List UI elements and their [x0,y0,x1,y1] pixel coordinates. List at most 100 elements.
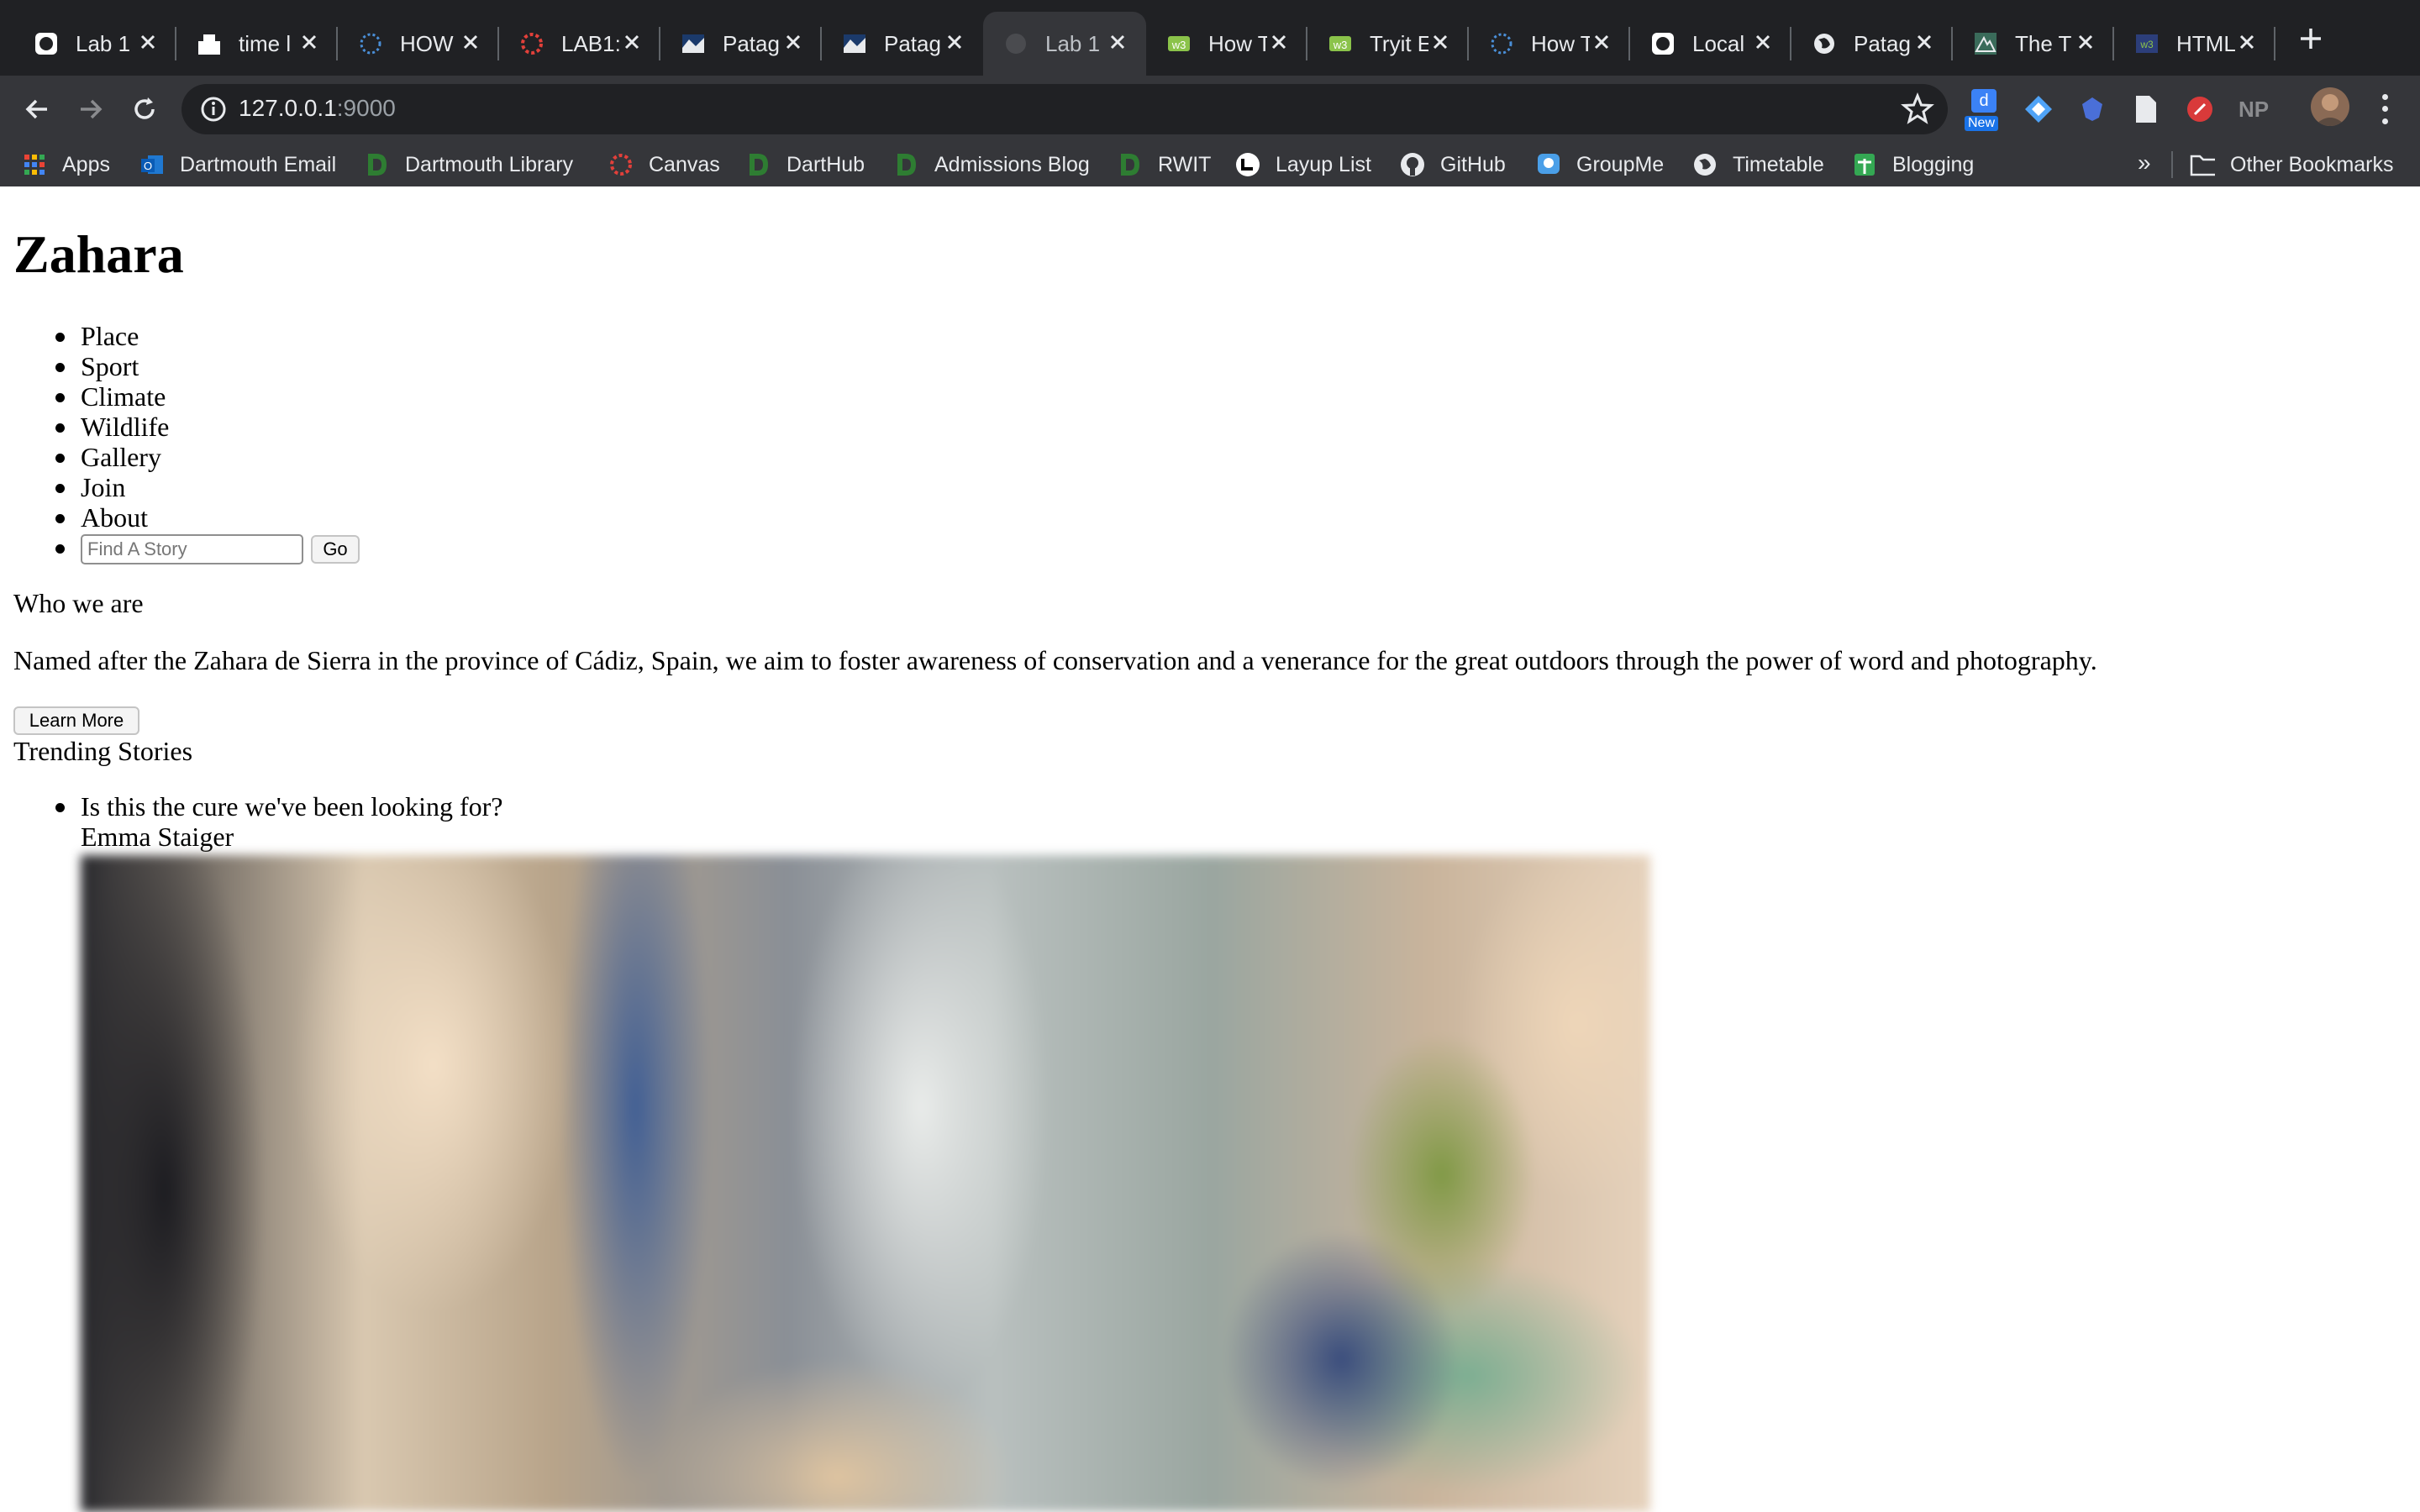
avatar[interactable] [2311,87,2349,126]
close-icon[interactable] [134,29,161,55]
nav-item-sport[interactable]: Sport [55,351,169,381]
bookmark-timetable[interactable]: Timetable [1692,143,1824,186]
back-button[interactable] [17,89,57,129]
layup-icon [1235,152,1260,177]
nav-item-wildlife[interactable]: Wildlife [55,412,169,442]
nav-item-place[interactable]: Place [55,321,169,351]
mountain-icon [1973,31,1998,56]
story-title[interactable]: Is this the cure we've been looking for? [81,791,502,822]
new-badge: New [1965,116,1999,131]
bookmark-groupme[interactable]: GroupMe [1536,143,1664,186]
close-icon[interactable] [2072,29,2099,55]
tab-14[interactable]: w3 HTML [2114,12,2275,76]
nav-item-climate[interactable]: Climate [55,381,169,412]
bookmark-blogging[interactable]: Blogging [1852,143,1974,186]
new-tab-button[interactable] [2294,22,2328,55]
close-icon[interactable] [1265,29,1292,55]
close-icon[interactable] [941,29,968,55]
bookmark-other-bookmarks[interactable]: Other Bookmarks [2190,143,2394,186]
extension-red[interactable] [2183,92,2217,126]
browser-menu-button[interactable] [2370,91,2400,128]
close-icon[interactable] [2233,29,2260,55]
address-bar[interactable]: 127.0.0.1:9000 [182,84,1948,134]
tab-separator [2274,27,2275,60]
tab-label: Patag [1854,30,1911,56]
bookmark-dartmouth-email[interactable]: O Dartmouth Email [139,143,336,186]
globe-icon [1692,152,1718,177]
extension-new[interactable]: d New [1965,89,2000,131]
tab-4[interactable]: LAB1: [499,12,660,76]
arrow-right-icon [81,99,103,119]
dartmouth-d-icon [894,152,919,177]
browser-chrome: Lab 1 time l HOW LAB1: Patag Patag Lab 1… [0,0,2420,186]
info-icon[interactable] [198,94,229,124]
extension-np[interactable]: NP [2235,92,2272,126]
tab-label: How T [1208,30,1267,56]
tab-5[interactable]: Patag [660,12,822,76]
bookmark-label: Blogging [1892,152,1975,176]
tab-3[interactable]: HOW [338,12,499,76]
close-icon[interactable] [1427,29,1454,55]
close-icon[interactable] [780,29,807,55]
globe-icon [1003,31,1028,56]
reload-button[interactable] [124,89,165,129]
extension-document[interactable] [2129,92,2163,126]
bookmark-label: GroupMe [1576,152,1665,176]
story-author: Emma Staiger [81,822,234,852]
bookmark-apps[interactable]: Apps [22,143,110,186]
github-icon [34,31,59,56]
tab-label: HTML [2176,30,2235,56]
dot [2381,118,2388,125]
close-icon[interactable] [1749,29,1776,55]
bookmark-admissions-blog[interactable]: Admissions Blog [894,143,1090,186]
tab-8[interactable]: w3 How T [1146,12,1307,76]
close-icon[interactable] [1911,29,1938,55]
story-image[interactable] [81,855,1650,1512]
bookmark-canvas[interactable]: Canvas [608,143,720,186]
dartmouth-d-icon [746,152,771,177]
bookmark-star-icon[interactable] [1901,92,1934,126]
close-icon[interactable] [296,29,323,55]
tab-6[interactable]: Patag [822,12,983,76]
tab-label: Patag [884,30,941,56]
extension-diamond[interactable] [2022,92,2055,126]
loader-icon [1489,31,1514,56]
url-host: 127.0.0.1 [239,95,337,121]
github-icon [1400,152,1425,177]
go-button[interactable]: Go [311,535,360,564]
bookmark-dartmouth-library[interactable]: Dartmouth Library [365,143,573,186]
learn-more-button[interactable]: Learn More [13,706,139,735]
url-text[interactable]: 127.0.0.1:9000 [239,95,396,122]
bookmark-label: GitHub [1440,152,1506,176]
tab-label: Local [1692,30,1745,56]
tab-11[interactable]: Local [1630,12,1791,76]
extension-shield[interactable] [2075,92,2109,126]
nav-item-join[interactable]: Join [55,472,169,502]
story-item[interactable]: Is this the cure we've been looking for?… [55,791,502,852]
tab-13[interactable]: The T [1953,12,2114,76]
forward-button[interactable] [71,89,111,129]
nav-item-gallery[interactable]: Gallery [55,442,169,472]
bookmark-label: Timetable [1733,152,1824,176]
close-icon[interactable] [1104,29,1131,55]
bookmark-github[interactable]: GitHub [1400,143,1506,186]
search-input[interactable] [81,534,303,564]
tab-1[interactable]: Lab 1 [13,12,176,76]
tab-9[interactable]: w3 Tryit E [1307,12,1469,76]
tab-2[interactable]: time l [176,12,338,76]
tab-7-active[interactable]: Lab 1 [983,12,1146,76]
reload-icon [134,97,155,119]
diamond-icon [2025,96,2052,123]
bookmark-layup-list[interactable]: Layup List [1235,143,1371,186]
close-icon[interactable] [1588,29,1615,55]
nav-item-about[interactable]: About [55,502,169,533]
bookmark-darthub[interactable]: DartHub [746,143,865,186]
tab-12[interactable]: Patag [1791,12,1953,76]
github-icon [1650,31,1676,56]
bookmarks-bar: Apps O Dartmouth Email Dartmouth Library… [0,143,2420,186]
close-icon[interactable] [457,29,484,55]
tab-10[interactable]: How T [1469,12,1630,76]
close-icon[interactable] [618,29,645,55]
bookmarks-overflow-button[interactable]: » [2138,150,2151,176]
bookmark-rwit[interactable]: RWIT [1118,143,1211,186]
